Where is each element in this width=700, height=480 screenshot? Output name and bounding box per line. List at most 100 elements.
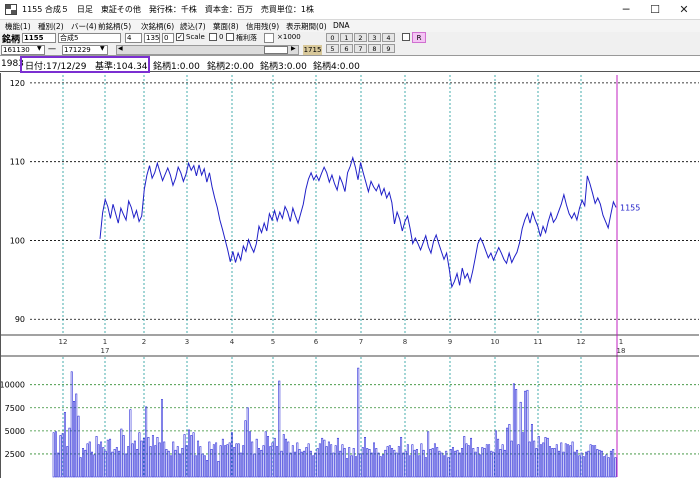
month-tick-label: 2 — [142, 338, 146, 346]
price-chart: 1201101009012 1172 3 4 5 6 7 8 9 10 11 12 1181155 — [1, 75, 699, 477]
num-button-1[interactable]: 1 — [340, 33, 353, 42]
menu-dna[interactable]: DNA — [333, 21, 350, 30]
minimize-button[interactable]: ─ — [612, 0, 640, 20]
menu-load[interactable]: 読込(7) — [180, 21, 206, 32]
num-button-7[interactable]: 7 — [354, 44, 367, 53]
volume-bar — [594, 445, 597, 478]
num-button-4[interactable]: 4 — [382, 33, 395, 42]
num-button-2[interactable]: 2 — [354, 33, 367, 42]
code-input[interactable]: 1155 — [22, 33, 56, 43]
volume-bar — [194, 455, 197, 478]
x1000-label: ×1000 — [277, 33, 301, 41]
volume-bar — [190, 435, 193, 478]
volume-bar — [454, 450, 457, 478]
num-button-9[interactable]: 9 — [382, 44, 395, 53]
maximize-button[interactable]: ☐ — [641, 0, 669, 20]
num-button-5[interactable]: 5 — [326, 44, 339, 53]
volume-tick-label: 10000 — [1, 381, 25, 390]
volume-bar — [330, 444, 333, 478]
volume-bar — [562, 451, 565, 478]
r-checkbox[interactable] — [402, 33, 410, 41]
offset-input[interactable]: 0 — [162, 33, 174, 43]
volume-bar — [431, 448, 434, 478]
price-input[interactable]: 1350 — [144, 33, 160, 43]
volume-bar — [551, 448, 554, 478]
scale-label: Scale — [186, 33, 205, 41]
zero-checkbox[interactable] — [209, 33, 217, 41]
volume-bar — [91, 451, 93, 478]
num-button-6[interactable]: 6 — [340, 44, 353, 53]
volume-bar — [136, 449, 139, 478]
menu-type[interactable]: 種別(2) — [38, 21, 64, 32]
scroll-left-icon[interactable]: ◀ — [118, 45, 123, 52]
volume-bar — [553, 448, 556, 478]
volume-bar — [433, 443, 436, 478]
volume-bar — [600, 450, 603, 478]
volume-bar — [452, 447, 454, 478]
num-button-0[interactable]: 0 — [326, 33, 339, 42]
volume-bar — [549, 446, 551, 478]
end-dropdown-icon[interactable]: ▼ — [100, 45, 105, 52]
volume-bar — [476, 447, 479, 478]
start-dropdown-icon[interactable]: ▼ — [37, 45, 42, 52]
volume-bar — [57, 452, 60, 478]
scroll-right-icon[interactable]: ▶ — [291, 45, 296, 52]
volume-bar — [73, 401, 75, 478]
volume-bar — [124, 453, 127, 478]
scale-checkbox[interactable]: ✓ — [176, 33, 184, 41]
volume-bar — [429, 449, 432, 478]
close-button[interactable]: ✕ — [670, 0, 698, 20]
num-button-8[interactable]: 8 — [368, 44, 381, 53]
period-input[interactable]: 4 — [125, 33, 142, 43]
name-input[interactable]: 合成5 — [58, 33, 121, 43]
month-tick-label: 6 — [314, 338, 319, 346]
volume-bar — [300, 451, 303, 478]
month-tick-label: 11 — [534, 338, 543, 346]
volume-bar — [167, 450, 170, 478]
volume-bar — [442, 455, 445, 478]
info-stock-2: 銘柄2:0.00 — [207, 62, 254, 72]
price-tick-label: 100 — [10, 236, 25, 245]
volume-bar — [179, 453, 181, 478]
volume-bar — [318, 443, 321, 478]
menu-bar-type[interactable]: バー(4) — [71, 21, 97, 32]
volume-bar — [197, 440, 200, 478]
menu-prev-stock[interactable]: 前銘柄(5) — [98, 21, 131, 32]
scroll-thumb[interactable] — [264, 46, 288, 54]
volume-bar — [217, 461, 220, 478]
volume-bar — [208, 441, 211, 478]
volume-bar — [120, 428, 123, 478]
volume-bar — [86, 443, 89, 478]
volume-bar — [456, 449, 459, 478]
volume-bar — [517, 444, 520, 478]
volume-bar — [289, 452, 292, 478]
margin-checkbox[interactable] — [226, 33, 234, 41]
r-button[interactable]: R — [412, 32, 426, 43]
month-tick-label: 3 — [185, 338, 189, 346]
volume-bar — [269, 446, 272, 478]
volume-bar — [219, 445, 222, 478]
menu-display-period[interactable]: 表示期間(0) — [286, 21, 327, 32]
menu-function[interactable]: 機能(1) — [5, 21, 31, 32]
volume-bar — [512, 383, 515, 478]
volume-bar — [325, 446, 328, 478]
menu-margin[interactable]: 信用残(9) — [246, 21, 279, 32]
volume-bar — [273, 437, 276, 478]
volume-bar — [158, 442, 161, 478]
num-button-3[interactable]: 3 — [368, 33, 381, 42]
volume-bar — [327, 441, 330, 478]
volume-bar — [544, 437, 547, 478]
year-tick-label: 18 — [617, 347, 626, 355]
x1000-box[interactable] — [264, 33, 274, 43]
volume-bar — [524, 390, 527, 478]
volume-bar — [463, 436, 466, 478]
volume-bar — [501, 444, 504, 478]
volume-bar — [68, 427, 71, 478]
volume-bar — [418, 455, 421, 478]
volume-bar — [93, 454, 96, 478]
menu-next-stock[interactable]: 次銘柄(6) — [141, 21, 174, 32]
volume-bar — [582, 456, 585, 478]
menu-page[interactable]: 葉面(8) — [213, 21, 239, 32]
volume-bar — [111, 451, 114, 478]
year-tick-label: 17 — [101, 347, 110, 355]
